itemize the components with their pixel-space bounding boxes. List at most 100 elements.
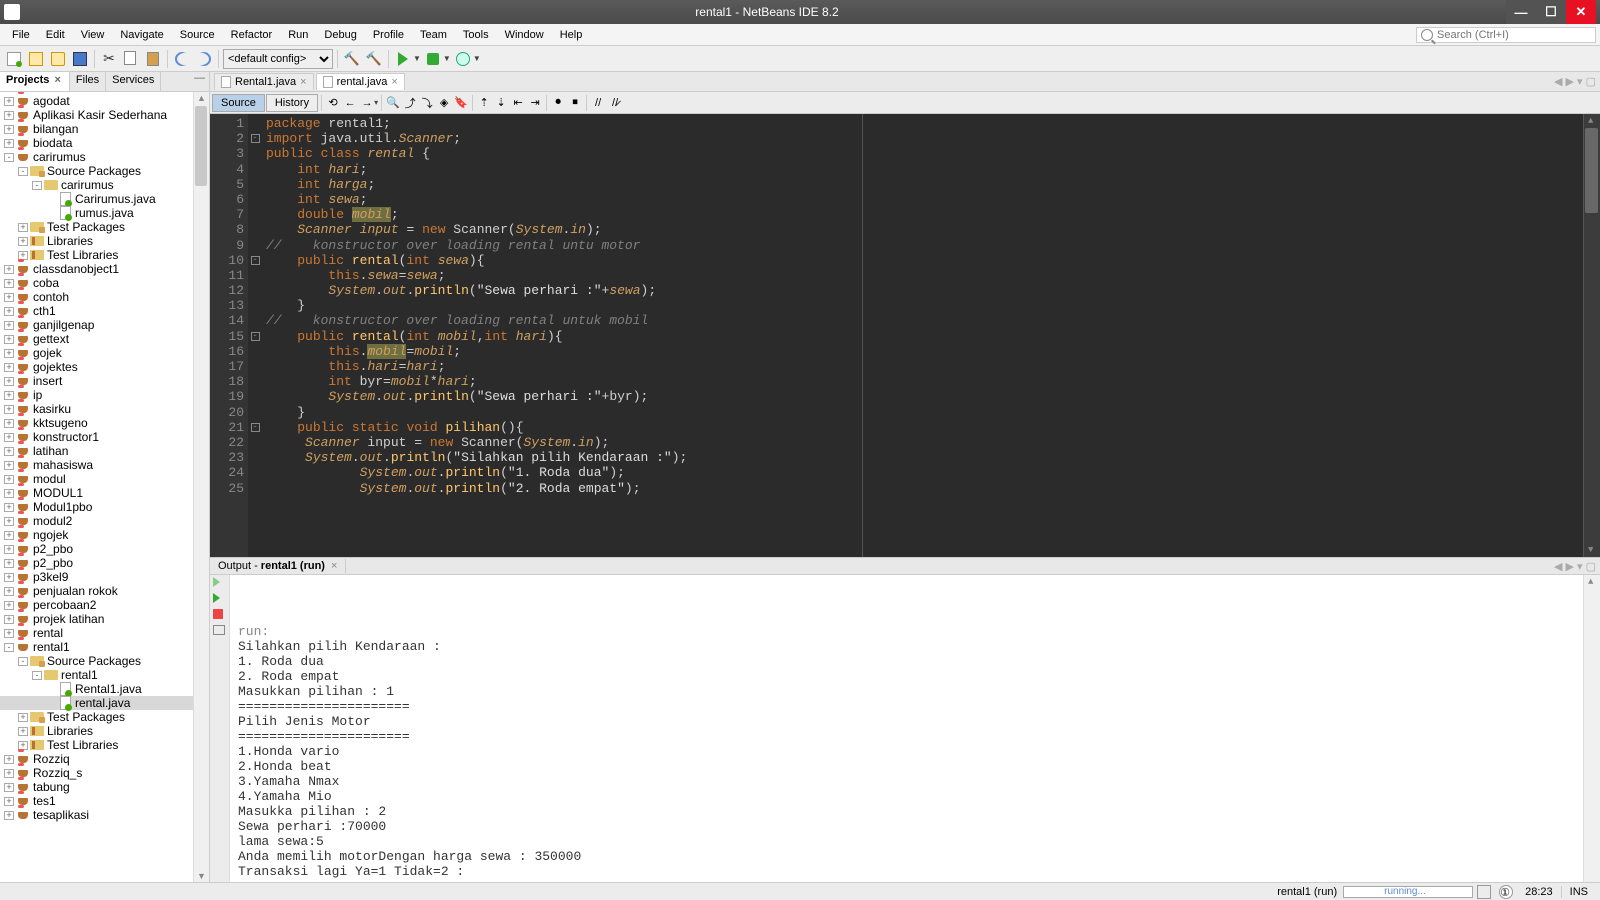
toggle-icon[interactable]: + xyxy=(18,237,28,246)
menu-run[interactable]: Run xyxy=(280,27,316,43)
menu-file[interactable]: File xyxy=(4,27,38,43)
toggle-icon[interactable]: + xyxy=(4,461,14,470)
tree-node[interactable]: -Source Packages xyxy=(0,164,209,178)
menu-refactor[interactable]: Refactor xyxy=(223,27,281,43)
close-tab-icon[interactable]: × xyxy=(391,76,397,88)
tree-node[interactable]: +p3kel9 xyxy=(0,570,209,584)
start-macro-icon[interactable]: ⏺ xyxy=(550,95,566,111)
save-all-button[interactable] xyxy=(70,49,90,69)
tree-node[interactable]: +Libraries xyxy=(0,234,209,248)
tree-node[interactable]: +insert xyxy=(0,374,209,388)
tree-node[interactable]: -carirumus xyxy=(0,150,209,164)
wrap-icon[interactable] xyxy=(213,625,227,639)
tree-node[interactable]: +ip xyxy=(0,388,209,402)
minimize-button[interactable]: — xyxy=(1506,0,1536,24)
last-edit-icon[interactable]: ⟲ xyxy=(325,95,341,111)
tree-node[interactable]: +modul xyxy=(0,472,209,486)
tree-node[interactable]: +konstructor1 xyxy=(0,430,209,444)
tree-node[interactable]: +MODUL1 xyxy=(0,486,209,500)
fold-gutter[interactable]: ---- xyxy=(248,114,262,557)
tree-node[interactable]: rumus.java xyxy=(0,206,209,220)
open-project-button[interactable] xyxy=(48,49,68,69)
tree-node[interactable]: +kktsugeno xyxy=(0,416,209,430)
redo-button[interactable] xyxy=(194,49,214,69)
toggle-icon[interactable]: + xyxy=(4,447,14,456)
close-tab-icon[interactable]: × xyxy=(331,560,337,572)
toggle-icon[interactable]: + xyxy=(4,769,14,778)
toggle-icon[interactable]: + xyxy=(4,601,14,610)
toggle-icon[interactable]: + xyxy=(4,139,14,148)
toggle-icon[interactable]: + xyxy=(4,377,14,386)
tree-node[interactable]: +contoh xyxy=(0,290,209,304)
tree-node[interactable]: +Rozziq_s xyxy=(0,766,209,780)
error-badge-icon[interactable]: ① xyxy=(1499,885,1513,899)
toggle-icon[interactable]: - xyxy=(32,181,42,190)
toggle-highlight-icon[interactable]: ◈ xyxy=(436,95,452,111)
toggle-icon[interactable]: + xyxy=(18,223,28,232)
dropdown-icon[interactable]: ▼ xyxy=(443,54,451,63)
stop-icon[interactable] xyxy=(213,609,227,623)
find-selection-icon[interactable]: 🔍 xyxy=(385,95,401,111)
toggle-icon[interactable]: - xyxy=(32,671,42,680)
toggle-icon[interactable]: + xyxy=(4,615,14,624)
maximize-button[interactable]: ☐ xyxy=(1536,0,1566,24)
prev-bookmark-icon[interactable]: ⇡ xyxy=(476,95,492,111)
back-icon[interactable]: ← xyxy=(342,95,358,111)
close-tab-icon[interactable]: × xyxy=(300,76,306,88)
tree-node[interactable]: +latihan xyxy=(0,444,209,458)
toggle-icon[interactable]: + xyxy=(4,363,14,372)
menu-navigate[interactable]: Navigate xyxy=(112,27,171,43)
tree-node[interactable]: +gojek xyxy=(0,346,209,360)
toggle-icon[interactable]: + xyxy=(4,783,14,792)
toggle-icon[interactable]: - xyxy=(4,643,14,652)
tree-node[interactable]: +rental xyxy=(0,626,209,640)
toggle-icon[interactable]: + xyxy=(4,559,14,568)
copy-button[interactable] xyxy=(121,49,141,69)
close-icon[interactable]: × xyxy=(49,74,62,86)
toggle-icon[interactable]: + xyxy=(4,475,14,484)
toggle-icon[interactable]: + xyxy=(4,321,14,330)
tree-node[interactable]: rental.java xyxy=(0,696,209,710)
menu-source[interactable]: Source xyxy=(172,27,223,43)
tree-node[interactable]: +gettext xyxy=(0,332,209,346)
tree-node[interactable]: +projek latihan xyxy=(0,612,209,626)
toggle-icon[interactable]: + xyxy=(4,531,14,540)
find-next-icon[interactable]: ⤵ xyxy=(419,95,435,111)
toggle-icon[interactable]: + xyxy=(4,307,14,316)
undo-button[interactable] xyxy=(172,49,192,69)
project-tree[interactable]: +agodat+Aplikasi Kasir Sederhana+bilanga… xyxy=(0,92,209,882)
rerun-icon[interactable] xyxy=(213,577,227,591)
tab-projects[interactable]: Projects × xyxy=(0,72,70,91)
tree-node[interactable]: +Modul1pbo xyxy=(0,500,209,514)
toggle-icon[interactable]: + xyxy=(4,489,14,498)
tree-node[interactable]: +ngojek xyxy=(0,528,209,542)
config-select[interactable]: <default config> xyxy=(223,49,333,69)
tree-node[interactable]: +percobaan2 xyxy=(0,598,209,612)
menu-debug[interactable]: Debug xyxy=(316,27,364,43)
clean-build-button[interactable]: 🔨 xyxy=(364,49,384,69)
vertical-scrollbar[interactable] xyxy=(193,92,209,882)
debug-button[interactable] xyxy=(423,49,443,69)
toggle-icon[interactable]: + xyxy=(4,391,14,400)
scrollbar-thumb[interactable] xyxy=(1585,128,1598,213)
tree-node[interactable]: +cth1 xyxy=(0,304,209,318)
tree-node[interactable]: Rental1.java xyxy=(0,682,209,696)
toggle-icon[interactable]: - xyxy=(18,167,28,176)
toggle-icon[interactable]: + xyxy=(4,503,14,512)
toggle-icon[interactable]: + xyxy=(4,265,14,274)
history-view-button[interactable]: History xyxy=(266,94,318,112)
toggle-icon[interactable]: + xyxy=(4,97,14,106)
toggle-icon[interactable]: + xyxy=(4,279,14,288)
tree-node[interactable]: Carirumus.java xyxy=(0,192,209,206)
uncomment-icon[interactable]: //̷ xyxy=(607,95,623,111)
tree-node[interactable]: -Source Packages xyxy=(0,654,209,668)
notifications-icon[interactable] xyxy=(1477,885,1491,899)
tree-node[interactable]: +Test Packages xyxy=(0,710,209,724)
tree-node[interactable]: +bilangan xyxy=(0,122,209,136)
tree-node[interactable]: +tes1 xyxy=(0,794,209,808)
toggle-icon[interactable]: + xyxy=(4,125,14,134)
menu-team[interactable]: Team xyxy=(412,27,455,43)
toggle-icon[interactable]: + xyxy=(4,573,14,582)
toggle-icon[interactable]: + xyxy=(4,405,14,414)
run-button[interactable] xyxy=(393,49,413,69)
